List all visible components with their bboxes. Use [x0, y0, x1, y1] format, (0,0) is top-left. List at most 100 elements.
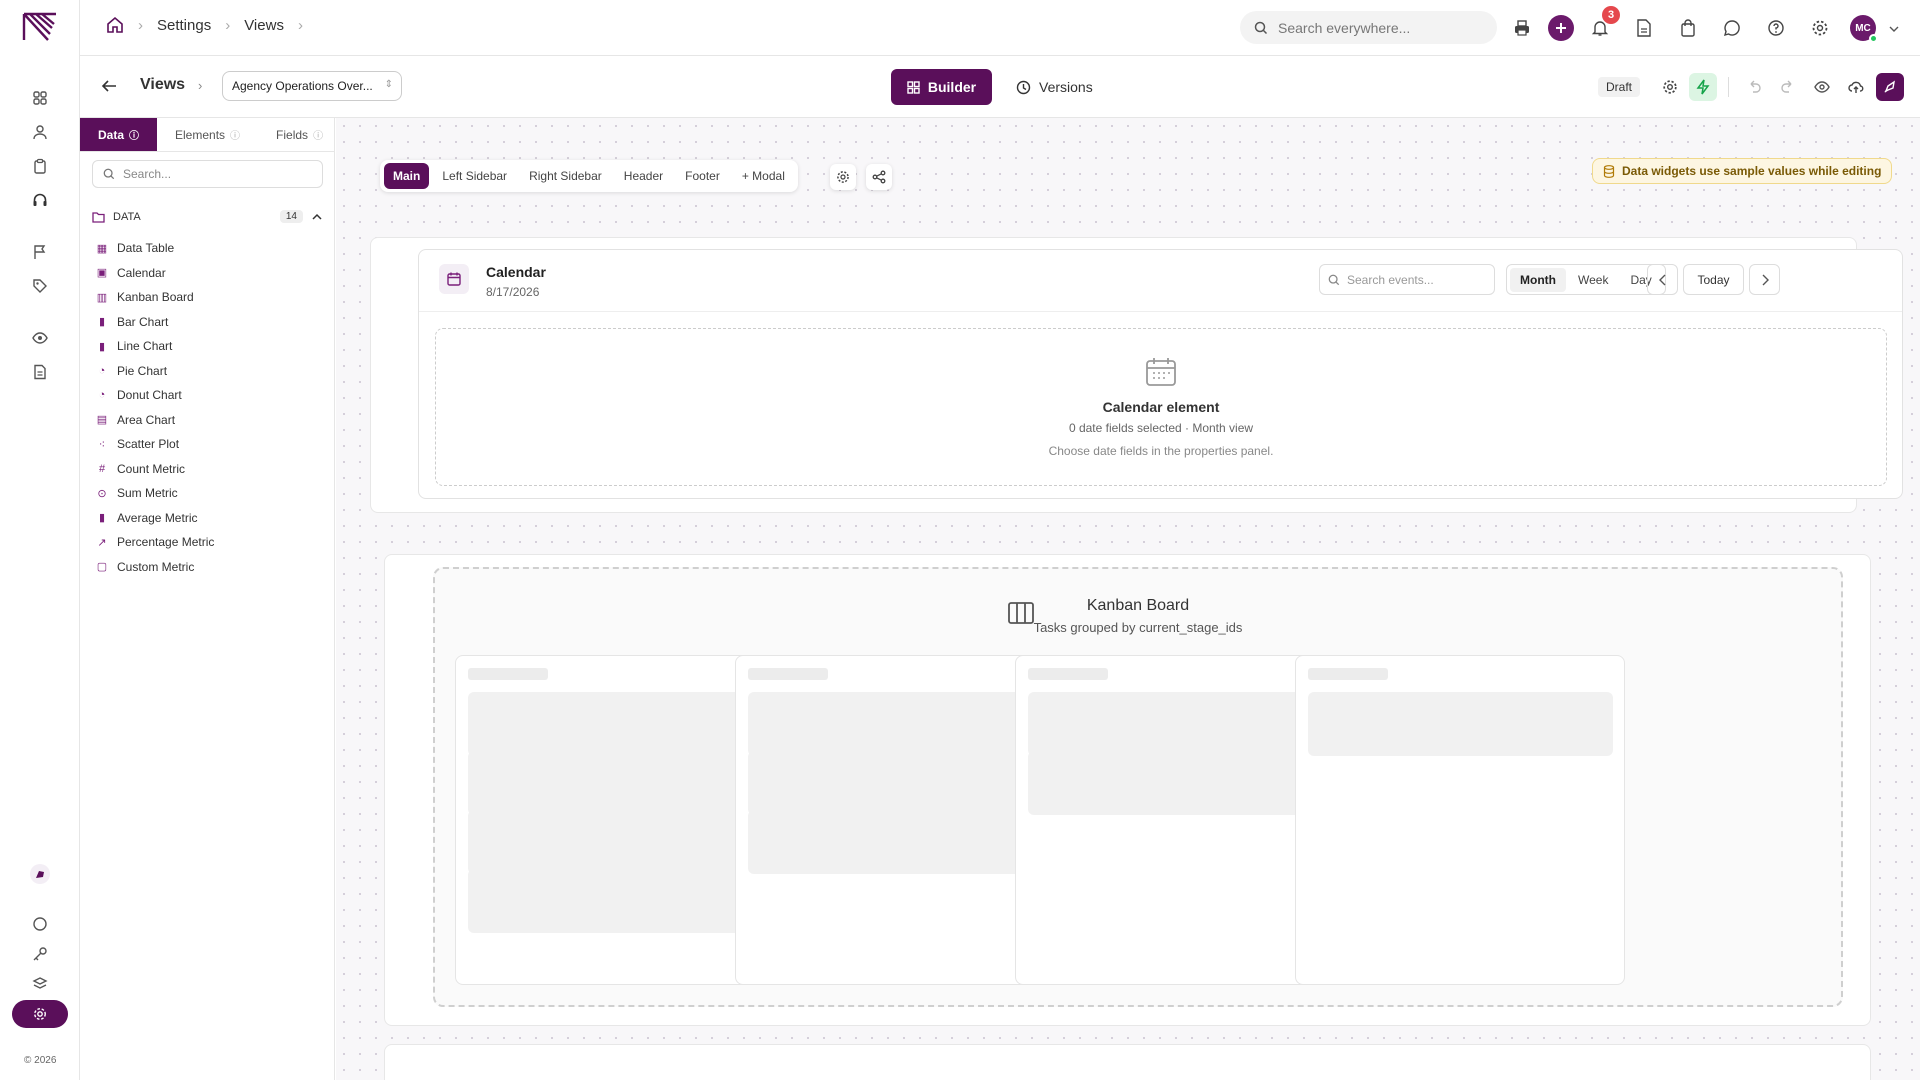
global-search-input[interactable]: Search everywhere... — [1240, 11, 1497, 44]
preview-eye-icon[interactable] — [1810, 75, 1834, 99]
clipboard-icon[interactable] — [28, 154, 52, 178]
data-element-label: Count Metric — [117, 461, 186, 476]
tags-icon[interactable] — [28, 274, 52, 298]
data-element-item[interactable]: ◔ Pie Chart — [96, 359, 214, 384]
help-icon[interactable] — [1762, 14, 1790, 42]
view-month[interactable]: Month — [1510, 267, 1566, 292]
data-element-item[interactable]: ▤ Area Chart — [96, 408, 214, 433]
folder-icon — [92, 211, 105, 223]
line-chart-icon: ▮ — [98, 340, 106, 353]
eye-icon[interactable] — [28, 326, 52, 350]
breadcrumb-settings[interactable]: Settings — [157, 17, 211, 34]
deploy-rocket-button[interactable] — [1876, 73, 1904, 101]
tab-header[interactable]: Header — [615, 163, 672, 189]
launch-icon[interactable] — [28, 862, 52, 886]
view-select[interactable]: Agency Operations Over... ⇕ — [222, 71, 402, 101]
chevron-up-icon[interactable] — [311, 211, 323, 223]
layout-settings-gear-icon[interactable] — [830, 164, 856, 190]
data-element-item[interactable]: ◔ Donut Chart — [96, 383, 214, 408]
column-header-skeleton — [468, 668, 548, 680]
data-element-label: Percentage Metric — [117, 535, 215, 550]
shopping-bag-icon[interactable] — [1674, 14, 1702, 42]
tab-main[interactable]: Main — [384, 163, 430, 189]
user-icon[interactable] — [28, 120, 52, 144]
search-icon — [1328, 274, 1340, 286]
gear-icon[interactable] — [1658, 75, 1682, 99]
calendar-icon — [439, 264, 469, 294]
message-icon[interactable] — [1718, 14, 1746, 42]
avatar[interactable]: MC — [1850, 15, 1878, 43]
settings-nav-item[interactable] — [12, 1000, 68, 1028]
undo-icon[interactable] — [1742, 75, 1766, 99]
element-panel: Data ⓘ Elements ⓘ Fields ⓘ Search... DATA 1… — [80, 118, 335, 1080]
kanban-subtitle: Tasks grouped by current_stage_ids — [1033, 620, 1243, 635]
kanban-column[interactable] — [1295, 655, 1625, 985]
kanban-section-wrapper: Kanban Board Tasks grouped by current_st… — [384, 554, 1871, 1026]
data-element-item[interactable]: ↗ Percentage Metric — [96, 530, 214, 555]
tab-right-sidebar[interactable]: Right Sidebar — [520, 163, 611, 189]
add-button[interactable] — [1548, 15, 1574, 41]
calendar-widget[interactable]: Calendar 8/17/2026 Search events... Mont… — [418, 249, 1903, 499]
data-element-item[interactable]: ▮ Line Chart — [96, 334, 214, 359]
element-search-input[interactable]: Search... — [92, 160, 323, 188]
tab-elements[interactable]: Elements ⓘ — [157, 118, 258, 151]
lightning-icon[interactable] — [1689, 73, 1717, 101]
layers-icon[interactable] — [28, 972, 52, 996]
home-icon[interactable] — [106, 16, 124, 34]
printer-icon[interactable] — [1508, 14, 1536, 42]
copyright: © 2026 — [24, 1055, 57, 1066]
view-week[interactable]: Week — [1568, 268, 1618, 292]
data-element-label: Donut Chart — [117, 388, 182, 403]
tab-fields[interactable]: Fields ⓘ — [258, 118, 341, 151]
data-element-item[interactable]: ⊙ Sum Metric — [96, 481, 214, 506]
tab-add-modal[interactable]: + Modal — [733, 163, 794, 189]
dashboard-icon[interactable] — [28, 86, 52, 110]
chat-icon[interactable] — [28, 912, 52, 936]
app-logo[interactable] — [22, 12, 58, 42]
next-chevron-icon[interactable] — [1749, 264, 1780, 295]
data-element-item[interactable]: ▮ Bar Chart — [96, 310, 214, 335]
headset-icon[interactable] — [28, 188, 52, 212]
data-element-item[interactable]: ▣ Calendar — [96, 261, 214, 286]
publish-cloud-icon[interactable] — [1844, 75, 1868, 99]
gear-icon[interactable] — [1806, 14, 1834, 42]
data-element-item[interactable]: ▢ Custom Metric — [96, 555, 214, 580]
kanban-card-skeleton — [748, 692, 1053, 756]
file-icon[interactable] — [1630, 14, 1658, 42]
data-element-label: Area Chart — [117, 412, 176, 427]
redo-icon[interactable] — [1776, 75, 1800, 99]
data-element-item[interactable]: # Count Metric — [96, 457, 214, 482]
calendar-title: Calendar — [486, 264, 546, 280]
data-element-item[interactable]: ⁖ Scatter Plot — [96, 432, 214, 457]
next-section-wrapper — [384, 1044, 1871, 1080]
event-search-input[interactable]: Search events... — [1319, 264, 1495, 295]
back-arrow-icon[interactable] — [100, 77, 118, 95]
prev-chevron-icon[interactable] — [1647, 264, 1678, 295]
share-icon[interactable] — [866, 164, 892, 190]
document-icon[interactable] — [28, 360, 52, 384]
kanban-widget[interactable]: Kanban Board Tasks grouped by current_st… — [433, 567, 1843, 1007]
calendar-date: 8/17/2026 — [486, 285, 540, 299]
data-element-label: Average Metric — [117, 510, 198, 525]
tab-footer[interactable]: Footer — [676, 163, 729, 189]
data-element-item[interactable]: ▥ Kanban Board — [96, 285, 214, 310]
data-section-header[interactable]: DATA 14 — [92, 210, 323, 223]
versions-button[interactable]: Versions — [1016, 69, 1093, 105]
tab-data[interactable]: Data ⓘ — [80, 118, 158, 151]
builder-button[interactable]: Builder — [891, 69, 992, 105]
sum-icon: ⊙ — [97, 487, 107, 500]
chevron-down-icon[interactable] — [1880, 15, 1908, 43]
data-element-item[interactable]: ▦ Data Table — [96, 236, 214, 261]
tab-left-sidebar[interactable]: Left Sidebar — [433, 163, 516, 189]
info-icon: ⓘ — [230, 131, 241, 142]
breadcrumb-views[interactable]: Views — [244, 17, 284, 34]
today-button[interactable]: Today — [1683, 264, 1744, 295]
key-icon[interactable] — [28, 942, 52, 966]
select-arrows-icon: ⇕ — [384, 79, 393, 90]
column-header-skeleton — [748, 668, 828, 680]
search-placeholder: Search everywhere... — [1278, 19, 1411, 36]
flag-icon[interactable] — [28, 240, 52, 264]
info-icon: ⓘ — [313, 131, 324, 142]
data-element-item[interactable]: ▮ Average Metric — [96, 506, 214, 531]
donut-chart-icon: ◔ — [98, 389, 106, 402]
